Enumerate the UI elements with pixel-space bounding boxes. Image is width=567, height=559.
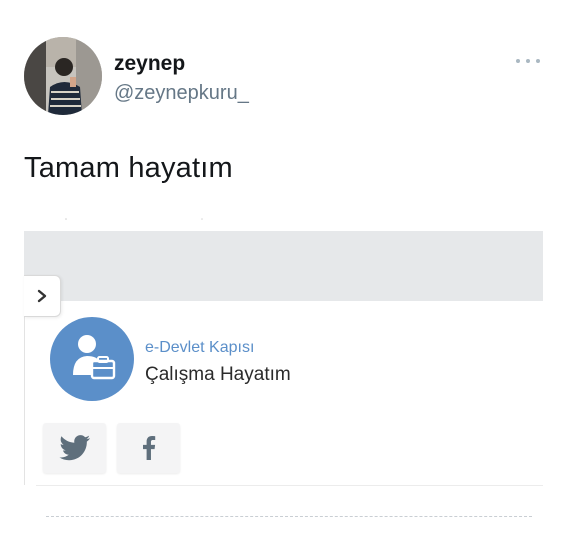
- chevron-right-icon: [37, 289, 47, 303]
- person-briefcase-icon: [73, 335, 116, 380]
- card-divider: [36, 485, 543, 486]
- share-facebook-button[interactable]: [117, 423, 180, 473]
- author-handle[interactable]: @zeynepkuru_: [114, 81, 249, 105]
- facebook-f-icon: [142, 436, 155, 460]
- avatar-photo: [24, 37, 102, 115]
- dot: [536, 59, 540, 63]
- tweet-text: Tamam hayatım: [24, 152, 233, 184]
- avatar[interactable]: [24, 37, 102, 115]
- twitter-bird-icon: [58, 435, 90, 461]
- share-twitter-button[interactable]: [43, 423, 106, 473]
- dot: [516, 59, 520, 63]
- dashed-divider: [46, 516, 532, 517]
- card-site-name[interactable]: e-Devlet Kapısı: [145, 338, 254, 358]
- author-name[interactable]: zeynep: [114, 52, 185, 76]
- card-title[interactable]: Çalışma Hayatım: [145, 363, 291, 387]
- dot: [526, 59, 530, 63]
- org-logo[interactable]: [50, 317, 134, 401]
- card-banner: [24, 231, 543, 301]
- more-dots-icon[interactable]: [516, 55, 540, 67]
- tweet-screenshot: zeynep @zeynepkuru_ Tamam hayatım e-Devl…: [0, 0, 567, 559]
- expand-button[interactable]: [24, 275, 61, 317]
- image-speck-decoration: [65, 218, 203, 220]
